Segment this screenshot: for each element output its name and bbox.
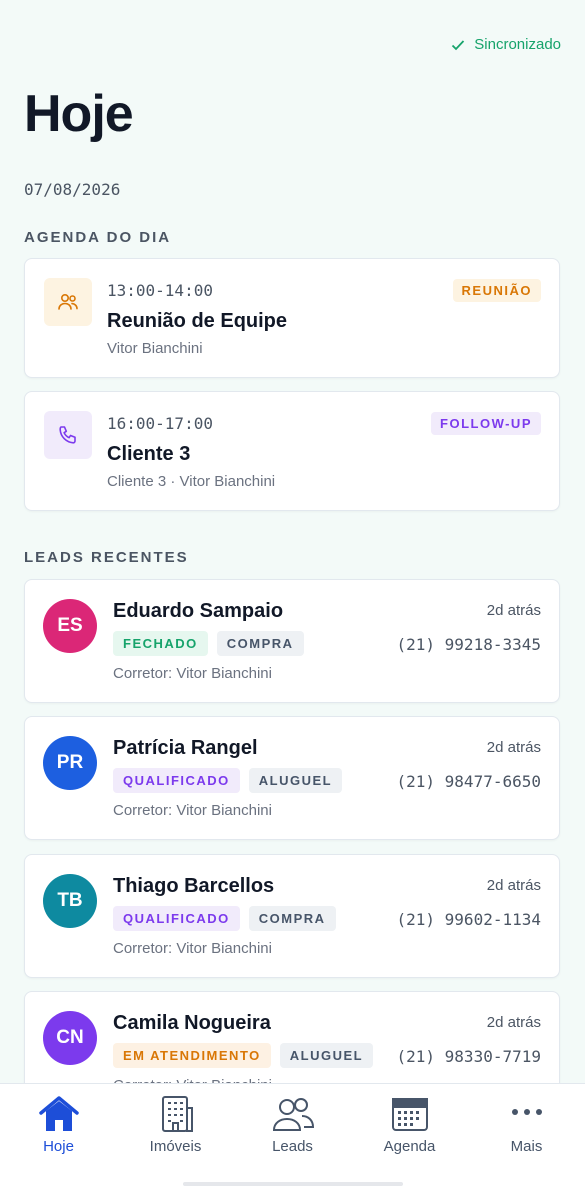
lead-name: Thiago Barcellos — [113, 875, 275, 897]
status-badge: QUALIFICADO — [113, 768, 240, 793]
nav-label: Imóveis — [149, 1138, 202, 1155]
type-badge: ALUGUEL — [279, 1043, 374, 1068]
status-badge: EM ATENDIMENTO — [113, 1043, 271, 1068]
calendar-icon — [391, 1098, 428, 1131]
agenda-time: 16:00-17:00 — [107, 414, 213, 433]
status-badge: FECHADO — [113, 631, 208, 656]
lead-broker: Corretor: Vitor Bianchini — [113, 940, 272, 957]
nav-label: Leads — [272, 1138, 313, 1155]
type-badge: COMPRA — [216, 631, 304, 656]
avatar: ES — [43, 599, 97, 653]
users-icon — [44, 278, 92, 326]
type-badge: COMPRA — [248, 906, 336, 931]
nav-label: Agenda — [383, 1138, 436, 1155]
agenda-title: Reunião de Equipe — [107, 310, 288, 332]
agenda-tag: REUNIÃO — [452, 279, 541, 302]
lead-time: 2d atrás — [486, 602, 541, 619]
page-title: Hoje — [24, 85, 134, 143]
nav-item-mais[interactable]: Mais — [468, 1084, 585, 1186]
building-icon — [161, 1096, 193, 1132]
avatar: CN — [43, 1011, 97, 1065]
agenda-section-label: AGENDA DO DIA — [24, 229, 172, 246]
phone-icon — [44, 411, 92, 459]
lead-phone[interactable]: (21) 99218-3345 — [397, 635, 542, 654]
nav-item-agenda[interactable]: Agenda — [351, 1084, 468, 1186]
lead-card[interactable]: TB Thiago Barcellos 2d atrás QUALIFICADO… — [24, 854, 560, 978]
leads-section-label: LEADS RECENTES — [24, 549, 189, 566]
avatar: TB — [43, 874, 97, 928]
lead-time: 2d atrás — [486, 877, 541, 894]
sync-status: Sincronizado — [450, 36, 561, 53]
status-badge: QUALIFICADO — [113, 906, 240, 931]
agenda-card[interactable]: 13:00-14:00 Reunião de Equipe Vitor Bian… — [24, 258, 560, 378]
agenda-tag: FOLLOW-UP — [431, 412, 541, 435]
nav-item-hoje[interactable]: Hoje — [0, 1084, 117, 1186]
lead-card[interactable]: ES Eduardo Sampaio 2d atrás FECHADO COMP… — [24, 579, 560, 703]
lead-name: Camila Nogueira — [113, 1012, 271, 1034]
lead-broker: Corretor: Vitor Bianchini — [113, 802, 272, 819]
nav-label: Mais — [510, 1138, 543, 1155]
agenda-subtitle: Vitor Bianchini — [107, 340, 203, 357]
lead-phone[interactable]: (21) 99602-1134 — [397, 910, 542, 929]
home-icon — [38, 1096, 79, 1131]
lead-time: 2d atrás — [486, 1014, 541, 1031]
avatar: PR — [43, 736, 97, 790]
nav-label: Hoje — [43, 1138, 74, 1155]
nav-item-imoveis[interactable]: Imóveis — [117, 1084, 234, 1186]
type-badge: ALUGUEL — [248, 768, 343, 793]
bottom-nav: Hoje Imóveis Leads Agenda Mais — [0, 1083, 585, 1186]
check-icon — [452, 39, 465, 50]
sync-label: Sincronizado — [474, 36, 561, 53]
more-icon — [511, 1109, 542, 1115]
lead-time: 2d atrás — [486, 739, 541, 756]
lead-phone[interactable]: (21) 98477-6650 — [397, 772, 542, 791]
page-date: 07/08/2026 — [24, 180, 121, 199]
lead-broker: Corretor: Vitor Bianchini — [113, 665, 272, 682]
agenda-card[interactable]: 16:00-17:00 Cliente 3 Cliente 3 · Vitor … — [24, 391, 560, 511]
lead-name: Eduardo Sampaio — [113, 600, 284, 622]
users-icon — [272, 1098, 314, 1131]
lead-card[interactable]: PR Patrícia Rangel 2d atrás QUALIFICADO … — [24, 716, 560, 840]
agenda-title: Cliente 3 — [107, 443, 191, 465]
lead-phone[interactable]: (21) 98330-7719 — [397, 1047, 542, 1066]
home-indicator — [183, 1182, 403, 1186]
lead-name: Patrícia Rangel — [113, 737, 258, 759]
agenda-time: 13:00-14:00 — [107, 281, 213, 300]
nav-item-leads[interactable]: Leads — [234, 1084, 351, 1186]
agenda-subtitle: Cliente 3 · Vitor Bianchini — [107, 473, 276, 490]
